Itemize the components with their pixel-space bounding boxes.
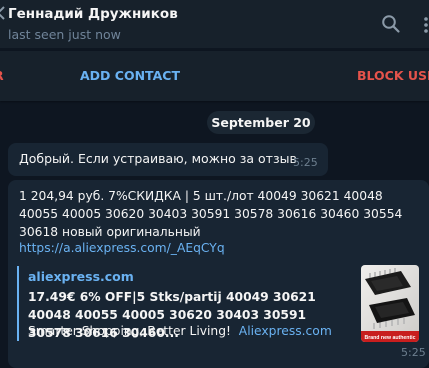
contact-action-bar: R ADD CONTACT BLOCK USER [0,51,429,101]
thumbnail-banner: Brand new authentic [364,335,415,341]
message-text: 1 204,94 руб. 7%СКИДКА | 5 шт./лот 40049… [19,189,403,239]
message-bubble[interactable]: Добрый. Если устраиваю, можно за отзыв 5… [8,143,328,176]
link-preview[interactable]: aliexpress.com 17.49€ 6% OFF|5 Stks/part… [17,265,421,342]
search-icon[interactable] [381,14,401,34]
chat-status: last seen just now [8,27,121,42]
report-spam-button[interactable]: R [0,68,4,83]
block-user-button[interactable]: BLOCK USER [357,68,429,83]
message-bubble[interactable]: 1 204,94 руб. 7%СКИДКА | 5 шт./лот 40049… [8,180,429,368]
preview-domain: Aliexpress.com [238,324,332,338]
message-link[interactable]: https://a.aliexpress.com/_AEqCYq [19,241,225,255]
message-time: 5:25 [293,156,318,169]
chat-header: Геннадий Дружников last seen just now [0,0,429,48]
more-options-icon[interactable] [421,16,429,34]
chat-window: Геннадий Дружников last seen just now R … [0,0,429,368]
add-contact-button[interactable]: ADD CONTACT [80,68,180,83]
chip-product-image: Brand new authentic [361,265,419,342]
chat-title[interactable]: Геннадий Дружников [8,6,178,22]
preview-description: Smarter Shopping, Better Living! Aliexpr… [28,324,332,338]
preview-site-name: aliexpress.com [28,269,134,284]
message-text: Добрый. Если устраиваю, можно за отзыв [19,151,297,166]
message-time: 5:25 [401,346,426,359]
back-chevron-icon[interactable] [0,6,6,20]
preview-thumbnail[interactable]: Brand new authentic [361,265,419,342]
preview-description-text: Smarter Shopping, Better Living! [28,324,231,338]
date-separator: September 20 [207,111,315,134]
